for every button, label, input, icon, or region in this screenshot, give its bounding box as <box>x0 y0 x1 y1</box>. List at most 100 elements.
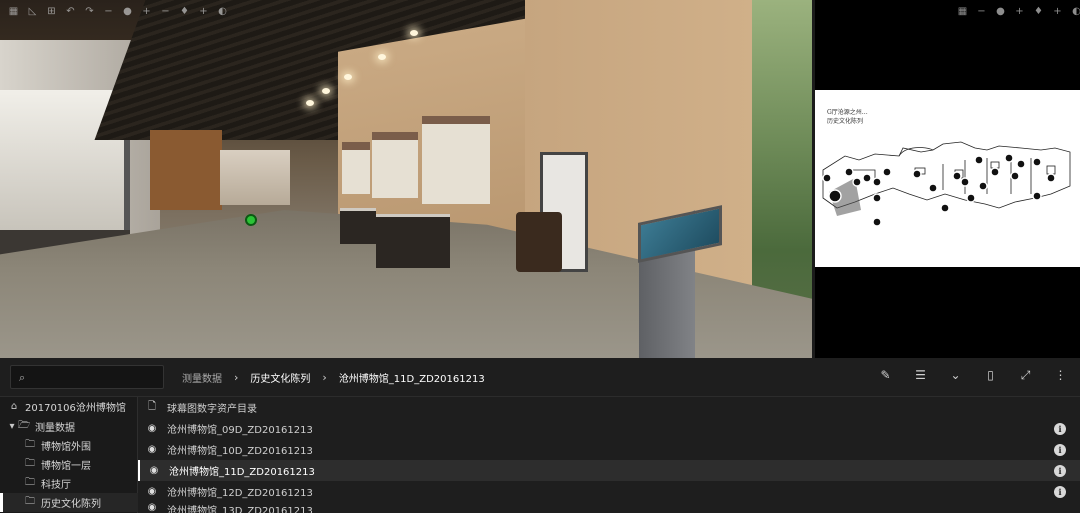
target-icon: ◉ <box>147 423 157 434</box>
measure-icon[interactable]: ◺ <box>27 6 38 17</box>
breadcrumb-current: 沧州博物馆_11D_ZD20161213 <box>338 374 485 385</box>
floorplan-icon[interactable]: ⊞ <box>46 6 57 17</box>
pano-exhibit-panel <box>342 142 370 194</box>
floor-map-viewer: ▦ − ● + ♦ + ◐ G厅沧源之州… 历史文化陈列 <box>815 0 1080 358</box>
info-icon[interactable]: i <box>1054 443 1066 456</box>
list-item-label: 球幕图数字资产目录 <box>167 404 257 415</box>
search-icon: ⌕ <box>19 371 26 384</box>
breadcrumb-item[interactable]: 测量数据 <box>182 370 222 385</box>
chevron-down-icon[interactable]: ⌄ <box>948 368 963 383</box>
tree-root[interactable]: ⌂ 20170106沧州博物馆 <box>0 397 138 416</box>
tree-item-label: 历史文化陈列 <box>41 499 101 510</box>
list-item[interactable]: ◉ 沧州博物馆_10D_ZD20161213 i <box>138 439 1080 460</box>
zoom-in-icon[interactable]: + <box>141 6 152 17</box>
list-item-label: 沧州博物馆_12D_ZD20161213 <box>167 488 313 499</box>
folder-icon: 🗀 <box>25 439 35 450</box>
breadcrumb: 测量数据 › 历史文化陈列 › 沧州博物馆_11D_ZD20161213 <box>182 370 485 385</box>
breadcrumb-separator: › <box>234 371 239 384</box>
back-icon[interactable]: ↶ <box>65 6 76 17</box>
search-input[interactable] <box>37 368 161 386</box>
breadcrumb-item[interactable]: 历史文化陈列 <box>250 370 310 385</box>
pin-icon[interactable]: ♦ <box>1033 6 1044 17</box>
asset-browser: ⌕ 测量数据 › 历史文化陈列 › 沧州博物馆_11D_ZD20161213 ✎… <box>0 358 1080 513</box>
target-icon: ◉ <box>147 444 157 455</box>
list-item-selected[interactable]: ◉ 沧州博物馆_11D_ZD20161213 i <box>138 460 1080 481</box>
viewer-area: ▦ ◺ ⊞ ↶ ↷ − ● + − ♦ + ◐ ▦ − ● + ♦ + ◐ G厅… <box>0 0 1080 358</box>
pano-vitrine <box>340 208 376 244</box>
list-item[interactable]: ◉ 沧州博物馆_13D_ZD20161213 <box>138 502 1080 513</box>
tree-item-label: 科技厅 <box>41 480 71 491</box>
list-item[interactable]: ◉ 沧州博物馆_09D_ZD20161213 i <box>138 418 1080 439</box>
caret-down-icon[interactable]: ▾ <box>8 421 16 432</box>
folder-icon: 🗀 <box>25 496 35 507</box>
pano-exhibit-panel <box>372 132 418 198</box>
grid-icon[interactable]: ▦ <box>8 6 19 17</box>
tree-item-first-floor[interactable]: 🗀 博物馆一层 <box>0 455 138 474</box>
pano-ceiling-light <box>344 74 352 80</box>
folder-tree: ⌂ 20170106沧州博物馆 ▾ 🗁 测量数据 🗀 博物馆外围 🗀 博物馆一层… <box>0 397 138 513</box>
folder-icon: 🗀 <box>25 458 35 469</box>
pin-icon[interactable]: ♦ <box>179 6 190 17</box>
info-icon[interactable]: i <box>1054 422 1066 435</box>
floor-plan[interactable]: G厅沧源之州… 历史文化陈列 <box>815 90 1080 267</box>
target-icon: ◉ <box>147 486 157 497</box>
tree-root-label: 20170106沧州博物馆 <box>25 403 126 414</box>
panorama-viewer[interactable]: ▦ ◺ ⊞ ↶ ↷ − ● + − ♦ + ◐ <box>0 0 812 358</box>
toolbar-actions: ✎ ☰ ⌄ ▯ ⤢ ⋮ <box>878 368 1068 383</box>
pano-corridor <box>220 150 290 205</box>
pano-ceiling-light <box>378 54 386 60</box>
zoom-dot-icon[interactable]: ● <box>122 6 133 17</box>
list-item-label: 沧州博物馆_13D_ZD20161213 <box>167 506 313 513</box>
edit-icon[interactable]: ✎ <box>878 368 893 383</box>
folder-open-icon: 🗁 <box>18 420 31 431</box>
tree-item-label: 博物馆外围 <box>41 442 91 453</box>
tree-item-label: 测量数据 <box>35 423 75 434</box>
document-icon: 🗋 <box>147 401 157 412</box>
plus-icon[interactable]: + <box>198 6 209 17</box>
tree-item-exterior[interactable]: 🗀 博物馆外围 <box>0 436 138 455</box>
more-icon[interactable]: ⋮ <box>1053 368 1068 383</box>
info-icon[interactable]: i <box>1054 485 1066 498</box>
zoom-in-icon[interactable]: + <box>1014 6 1025 17</box>
layers-icon[interactable]: ▦ <box>957 6 968 17</box>
zoom-dot-icon[interactable]: ● <box>995 6 1006 17</box>
zoom-out-icon[interactable]: − <box>103 6 114 17</box>
pano-ceiling-light <box>322 88 330 94</box>
list-item-label: 沧州博物馆_11D_ZD20161213 <box>169 467 315 478</box>
zoom-out-icon[interactable]: − <box>160 6 171 17</box>
pano-exhibit-panel <box>422 116 490 204</box>
pano-ceiling-light <box>410 30 418 36</box>
pano-toolbar: ▦ ◺ ⊞ ↶ ↷ − ● + − ♦ + ◐ <box>8 6 228 17</box>
info-icon[interactable]: i <box>1054 464 1066 477</box>
list-item-label: 沧州博物馆_10D_ZD20161213 <box>167 446 313 457</box>
map-toolbar: ▦ − ● + ♦ + ◐ <box>957 6 1080 17</box>
asset-list: 🗋 球幕图数字资产目录 ◉ 沧州博物馆_09D_ZD20161213 i ◉ 沧… <box>138 397 1080 513</box>
floor-plan-drawing <box>822 141 1071 227</box>
map-icon[interactable]: ▯ <box>983 368 998 383</box>
plus-icon[interactable]: + <box>1052 6 1063 17</box>
tree-item-survey-data[interactable]: ▾ 🗁 测量数据 <box>0 417 138 436</box>
tree-item-label: 博物馆一层 <box>41 461 91 472</box>
list-item-label: 沧州博物馆_09D_ZD20161213 <box>167 425 313 436</box>
expand-icon[interactable]: ⤢ <box>1018 368 1033 383</box>
contrast-icon[interactable]: ◐ <box>1071 6 1080 17</box>
navigation-hotspot[interactable] <box>245 214 257 226</box>
zoom-out-icon[interactable]: − <box>976 6 987 17</box>
home-icon: ⌂ <box>10 401 18 412</box>
forward-icon[interactable]: ↷ <box>84 6 95 17</box>
list-view-icon[interactable]: ☰ <box>913 368 928 383</box>
pano-wood-wall <box>150 130 222 210</box>
target-icon: ◉ <box>149 465 159 476</box>
pano-ceiling-light <box>306 100 314 106</box>
pano-vitrine <box>376 214 450 268</box>
pano-chair <box>516 212 562 272</box>
contrast-icon[interactable]: ◐ <box>217 6 228 17</box>
tree-item-history-exhibit[interactable]: 🗀 历史文化陈列 <box>0 493 138 512</box>
list-item[interactable]: 🗋 球幕图数字资产目录 <box>138 397 1080 418</box>
tree-item-science-hall[interactable]: 🗀 科技厅 <box>0 474 138 493</box>
folder-icon: 🗀 <box>25 477 35 488</box>
breadcrumb-separator: › <box>322 371 327 384</box>
search-box[interactable]: ⌕ <box>10 365 164 389</box>
list-item[interactable]: ◉ 沧州博物馆_12D_ZD20161213 i <box>138 481 1080 502</box>
target-icon: ◉ <box>147 502 157 513</box>
